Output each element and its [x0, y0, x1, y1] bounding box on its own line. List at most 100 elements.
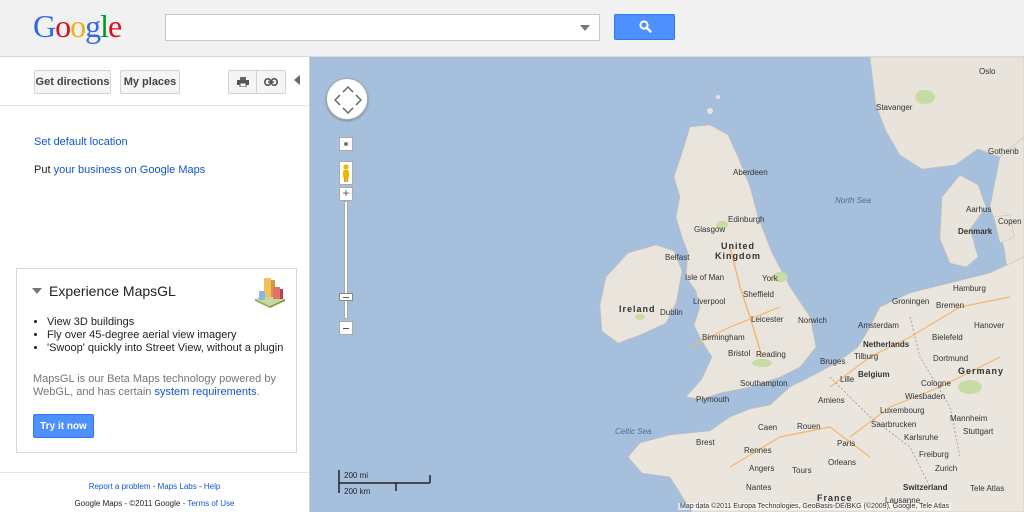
map-label: Nantes — [746, 483, 772, 492]
map-label: Norwich — [798, 316, 827, 325]
collapse-triangle-icon[interactable] — [32, 288, 42, 294]
map-label: Copen — [998, 217, 1022, 226]
map-label: Bruges — [820, 357, 846, 366]
print-icon — [236, 77, 249, 87]
map-label: Isle of Man — [685, 273, 725, 282]
map-tiles — [599, 57, 1024, 512]
map-label: Bremen — [936, 301, 965, 310]
map-label: Kingdom — [715, 251, 761, 261]
business-promo: Put your business on Google Maps — [34, 164, 205, 176]
separator: - — [196, 482, 204, 491]
map-label: Karlsruhe — [904, 433, 939, 442]
google-logo[interactable]: Google — [33, 8, 122, 45]
map-label: Liverpool — [693, 297, 726, 306]
map-label: Leicester — [751, 315, 784, 324]
try-it-now-button[interactable]: Try it now — [33, 414, 94, 438]
map-label: Luxembourg — [880, 406, 925, 415]
mapsgl-description: MapsGL is our Beta Maps technology power… — [33, 373, 283, 399]
pegman-icon — [343, 164, 349, 182]
map-attribution: Map data ©2011 Europa Technologies, GeoB… — [678, 503, 952, 510]
map-label: Switzerland — [903, 483, 948, 492]
map-label: Germany — [958, 366, 1005, 376]
map-label: Amiens — [818, 396, 845, 405]
map-label: Edinburgh — [728, 215, 765, 224]
map-label: Paris — [837, 439, 856, 448]
map-label: Wiesbaden — [905, 392, 946, 401]
map-label: Brest — [696, 438, 715, 447]
logo-letter: o — [55, 8, 71, 44]
mapsgl-promo: Experience MapsGL View 3D buildings Fly … — [16, 268, 297, 453]
map-label: Dublin — [660, 308, 683, 317]
footer-links: Report a problem - Maps Labs - Help — [0, 482, 309, 491]
scale-bar: 200 mi 200 km — [338, 470, 434, 500]
map-label: Amsterdam — [858, 321, 899, 330]
top-bar: Google — [0, 0, 1024, 57]
map-canvas[interactable]: Oslo Stavanger Gothenb Aberdeen North Se… — [310, 57, 1024, 512]
map-label: Dortmund — [933, 354, 969, 363]
search-icon — [639, 20, 652, 33]
map-label: Oslo — [979, 67, 996, 76]
map-label: Caen — [758, 423, 778, 432]
system-requirements-link[interactable]: system requirements — [154, 386, 256, 398]
my-places-button[interactable]: My places — [120, 70, 180, 94]
link-icon — [264, 78, 278, 86]
map-label: Denmark — [958, 227, 993, 236]
map-label: North Sea — [835, 196, 872, 205]
street-view-pegman[interactable] — [339, 161, 353, 185]
search-input[interactable] — [165, 14, 600, 41]
help-link[interactable]: Help — [204, 482, 220, 491]
reset-view-button[interactable] — [339, 137, 353, 151]
business-link[interactable]: your business on Google Maps — [54, 164, 206, 176]
logo-letter: g — [85, 8, 101, 44]
terms-link[interactable]: Terms of Use — [187, 499, 234, 508]
list-item: View 3D buildings — [47, 316, 283, 329]
scale-kilometers: 200 km — [344, 487, 371, 496]
collapse-panel-icon[interactable] — [294, 75, 300, 85]
map-label: Lille — [840, 375, 855, 384]
map-label: Ireland — [619, 304, 656, 314]
pan-control[interactable] — [326, 78, 368, 120]
get-directions-button[interactable]: Get directions — [34, 70, 111, 94]
print-button[interactable] — [228, 70, 257, 94]
footer-copyright: Google Maps - ©2011 Google - Terms of Us… — [0, 499, 309, 508]
link-button[interactable] — [257, 70, 286, 94]
desc-suffix: . — [256, 386, 260, 398]
maps-labs-link[interactable]: Maps Labs — [158, 482, 197, 491]
map-label: Cologne — [921, 379, 951, 388]
map-label: Hamburg — [953, 284, 986, 293]
map-label: Rennes — [744, 446, 772, 455]
zoom-in-button[interactable]: + — [339, 187, 353, 201]
map-label: York — [762, 274, 778, 283]
3d-buildings-icon — [255, 278, 285, 308]
map-label: Belfast — [665, 253, 690, 262]
map-label: Freiburg — [919, 450, 949, 459]
divider — [0, 472, 309, 473]
search-dropdown-icon[interactable] — [580, 25, 590, 31]
map-label: Tilburg — [854, 352, 879, 361]
map-label: Aberdeen — [733, 168, 768, 177]
mapsgl-title[interactable]: Experience MapsGL — [49, 283, 176, 299]
set-default-location-link[interactable]: Set default location — [34, 136, 128, 148]
zoom-out-button[interactable] — [339, 321, 353, 335]
map-label: Glasgow — [694, 225, 726, 234]
map-label: United — [721, 241, 755, 251]
mapsgl-feature-list: View 3D buildings Fly over 45-degree aer… — [33, 316, 283, 355]
logo-letter: o — [70, 8, 86, 44]
zoom-slider-track[interactable] — [344, 201, 348, 319]
report-problem-link[interactable]: Report a problem — [89, 482, 151, 491]
logo-letter: e — [108, 8, 122, 44]
separator: - — [150, 482, 158, 491]
map-label: Tele Atlas — [970, 484, 1005, 493]
search-button[interactable] — [614, 14, 675, 40]
scale-miles: 200 mi — [344, 471, 369, 480]
map-label: Rouen — [797, 422, 821, 431]
map-label: Orleans — [828, 458, 857, 467]
zoom-slider-thumb[interactable] — [339, 293, 353, 301]
map-label: Netherlands — [863, 340, 910, 349]
map-label: Gothenb — [988, 147, 1019, 156]
map-label: Groningen — [892, 297, 930, 306]
map-label: Stavanger — [876, 103, 913, 112]
logo-letter: G — [33, 8, 56, 44]
map-label: Aarhus — [966, 205, 992, 214]
map-label: Bielefeld — [932, 333, 963, 342]
